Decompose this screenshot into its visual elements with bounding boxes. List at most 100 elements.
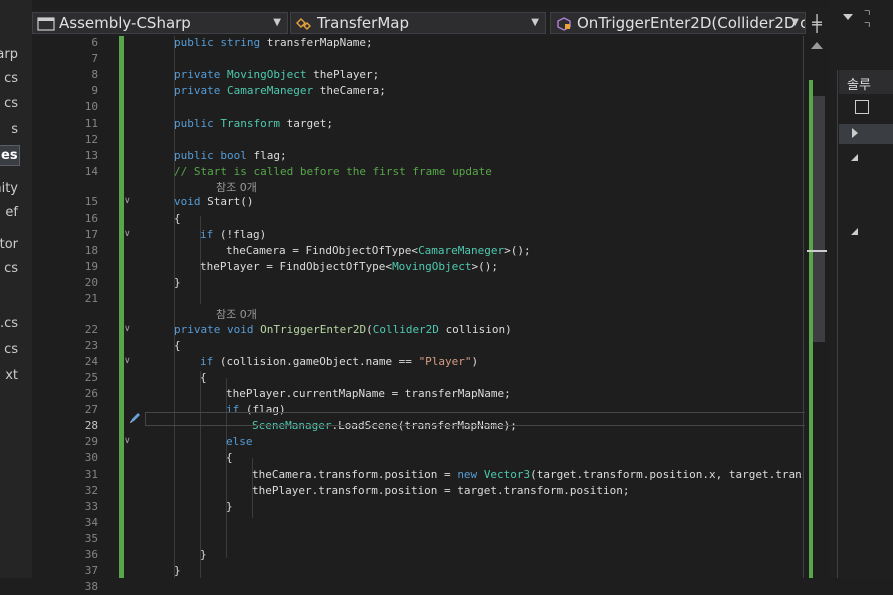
- line-number: 12: [84, 132, 98, 146]
- class-dropdown[interactable]: TransferMap ▼: [290, 12, 546, 34]
- code-token: ): [471, 354, 479, 368]
- line-number: 28: [84, 419, 98, 433]
- class-icon: [296, 17, 311, 30]
- left-item[interactable]: s: [11, 122, 18, 137]
- code-token: string: [220, 36, 267, 49]
- code-token: MovingObject: [392, 259, 472, 273]
- code-line[interactable]: private MovingObject thePlayer;: [174, 67, 379, 83]
- line-number: 33: [84, 499, 98, 513]
- line-number: 11: [84, 116, 98, 130]
- chevron-down-icon: ▼: [531, 17, 539, 28]
- quick-actions-icon[interactable]: [128, 411, 142, 425]
- code-token: public: [174, 116, 221, 130]
- code-line[interactable]: thePlayer = FindObjectOfType<MovingObjec…: [200, 259, 498, 275]
- left-item[interactable]: cs: [4, 261, 18, 276]
- code-line[interactable]: theCamera.transform.position = new Vecto…: [252, 467, 804, 483]
- code-line[interactable]: void Start(): [174, 194, 253, 210]
- line-number: 30: [84, 451, 98, 465]
- code-token: target;: [286, 116, 333, 130]
- fold-chevron-icon[interactable]: ∨: [124, 229, 131, 239]
- code-token: else: [226, 435, 253, 449]
- left-item[interactable]: nity: [0, 181, 18, 196]
- left-item[interactable]: cs: [4, 71, 18, 86]
- code-editor[interactable]: Assembly-CSharp ▼ TransferMap ▼ OnTrigge…: [32, 0, 837, 593]
- code-line[interactable]: {: [174, 338, 181, 354]
- left-item[interactable]: cs: [4, 342, 18, 357]
- split-editor-icon[interactable]: ╪: [807, 14, 827, 34]
- method-icon: [557, 16, 571, 31]
- expand-row-selected[interactable]: [839, 124, 893, 144]
- code-token: Collider2D: [372, 322, 446, 336]
- code-line[interactable]: {: [174, 211, 181, 227]
- editor-scroll-divider: [803, 36, 804, 578]
- code-token: "Player": [418, 354, 472, 368]
- left-item[interactable]: cs: [4, 96, 18, 111]
- left-item[interactable]: ef: [5, 205, 18, 220]
- code-line[interactable]: private CamareManeger theCamera;: [174, 83, 386, 99]
- code-area[interactable]: public string transferMapName; private Mo…: [124, 36, 804, 578]
- code-line[interactable]: }: [174, 275, 181, 291]
- line-number: 36: [84, 548, 98, 561]
- code-token: transferMapName;: [266, 36, 373, 49]
- code-token: private: [174, 68, 227, 82]
- project-dropdown[interactable]: Assembly-CSharp ▼: [32, 12, 288, 34]
- code-line[interactable]: // Start is called before the first fram…: [174, 164, 492, 180]
- code-token: }: [226, 499, 233, 513]
- scrollbar-thumb[interactable]: [813, 96, 825, 342]
- code-token: bool: [220, 148, 254, 162]
- code-line[interactable]: else: [226, 434, 253, 450]
- code-token: (: [366, 322, 373, 336]
- line-number: 15: [84, 195, 98, 209]
- left-item[interactable]: arp: [0, 47, 18, 62]
- line-number: 27: [84, 403, 98, 417]
- code-line[interactable]: if (collision.gameObject.name == "Player…: [200, 354, 478, 370]
- fold-chevron-icon[interactable]: ∨: [124, 436, 131, 446]
- code-line[interactable]: }: [174, 563, 181, 578]
- code-line[interactable]: }: [200, 547, 207, 563]
- line-number: 25: [84, 370, 98, 384]
- code-token: Transform: [220, 116, 287, 130]
- vertical-scrollbar[interactable]: [805, 36, 829, 578]
- member-dropdown[interactable]: OnTriggerEnter2D(Collider2D c ▼: [550, 12, 806, 34]
- solution-tab-label: 솔루: [847, 78, 871, 93]
- code-token: void: [226, 322, 261, 336]
- code-line[interactable]: public Transform target;: [174, 116, 333, 132]
- fold-chevron-icon[interactable]: ∨: [124, 324, 131, 334]
- solution-icon[interactable]: [855, 100, 869, 114]
- code-token: private: [174, 84, 227, 98]
- code-token: if: [200, 354, 220, 368]
- panel-dropdown-icon[interactable]: [843, 14, 853, 20]
- code-token: private: [174, 322, 227, 336]
- line-number: 21: [84, 292, 98, 305]
- code-line[interactable]: thePlayer.transform.position = target.tr…: [252, 483, 630, 499]
- code-line[interactable]: {: [200, 370, 207, 386]
- expand-arrow-icon: [852, 128, 858, 138]
- code-token: thePlayer = FindObjectOfType<: [200, 259, 393, 273]
- code-token: thePlayer.currentMapName = transferMapNa…: [226, 387, 511, 400]
- scroll-up-arrow-icon[interactable]: [811, 42, 823, 49]
- left-item[interactable]: .cs: [0, 316, 18, 331]
- left-item-selected[interactable]: es: [0, 145, 20, 166]
- csharp-project-icon: [37, 16, 55, 31]
- code-line[interactable]: if (!flag): [200, 227, 266, 243]
- collapse-arrow-icon[interactable]: [851, 154, 858, 161]
- line-number: 13: [84, 148, 98, 162]
- code-line[interactable]: private void OnTriggerEnter2D(Collider2D…: [174, 322, 512, 338]
- line-number: 16: [84, 211, 98, 225]
- solution-tab[interactable]: 솔루: [839, 70, 893, 94]
- code-line[interactable]: theCamera = FindObjectOfType<CamareManeg…: [226, 243, 531, 259]
- fold-chevron-icon[interactable]: ∨: [124, 196, 131, 206]
- collapse-arrow-icon[interactable]: [851, 228, 858, 235]
- navigation-bar: Assembly-CSharp ▼ TransferMap ▼ OnTrigge…: [32, 8, 829, 36]
- code-line[interactable]: public string transferMapName;: [174, 36, 373, 51]
- code-line[interactable]: {: [226, 450, 233, 466]
- class-name: TransferMap: [317, 14, 409, 32]
- code-line[interactable]: }: [226, 499, 233, 515]
- left-item[interactable]: itor: [0, 237, 18, 252]
- line-number: 26: [84, 387, 98, 400]
- chevron-down-icon: ▼: [273, 17, 281, 28]
- fold-chevron-icon[interactable]: ∨: [124, 356, 131, 366]
- code-line[interactable]: public bool flag;: [174, 148, 287, 164]
- code-line[interactable]: thePlayer.currentMapName = transferMapNa…: [226, 386, 511, 402]
- left-item[interactable]: xt: [5, 368, 18, 383]
